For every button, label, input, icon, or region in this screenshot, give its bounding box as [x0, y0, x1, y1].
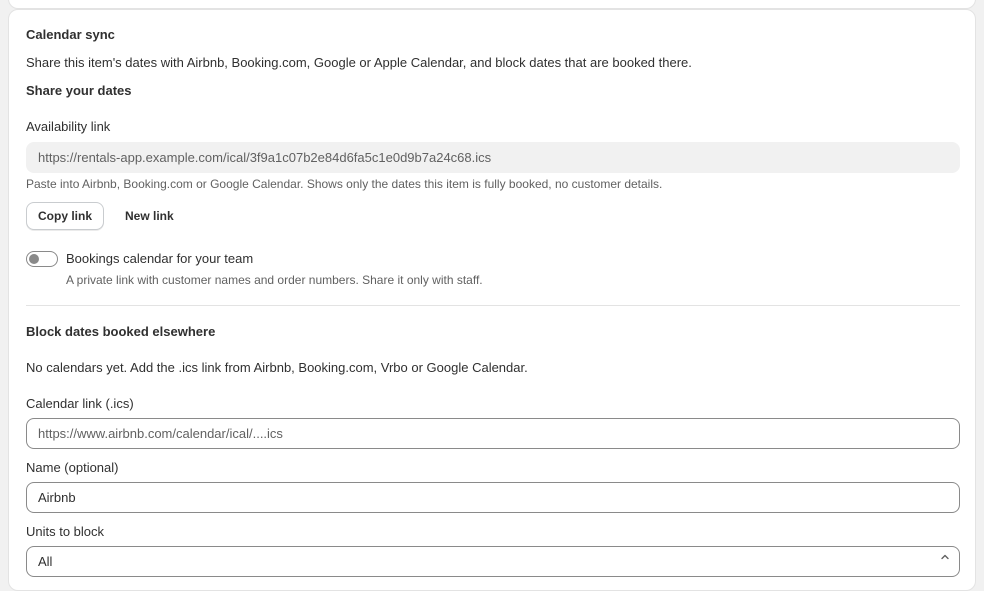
availability-link-label: Availability link — [26, 119, 111, 134]
name-input[interactable] — [26, 482, 960, 513]
section-description: Share this item's dates with Airbnb, Boo… — [26, 55, 692, 70]
team-calendar-toggle[interactable] — [26, 251, 58, 267]
units-label: Units to block — [26, 524, 105, 539]
toggle-knob — [29, 254, 39, 264]
team-calendar-description: A private link with customer names and o… — [66, 273, 483, 287]
chevron-up-icon — [941, 554, 949, 560]
team-calendar-label[interactable]: Bookings calendar for your team — [66, 251, 253, 266]
calendar-link-input[interactable] — [26, 418, 960, 449]
calendar-sync-card: Calendar sync Share this item's dates wi… — [8, 9, 976, 591]
copy-link-button[interactable]: Copy link — [26, 202, 105, 230]
new-link-button[interactable]: New link — [117, 202, 182, 230]
name-label: Name (optional) — [26, 460, 119, 475]
section-divider — [26, 305, 960, 306]
no-calendars-text: No calendars yet. Add the .ics link from… — [26, 360, 528, 375]
availability-help-text: Paste into Airbnb, Booking.com or Google… — [26, 177, 663, 191]
share-dates-heading: Share your dates — [26, 83, 132, 98]
units-select-value: All — [38, 554, 53, 569]
block-dates-heading: Block dates booked elsewhere — [26, 324, 216, 339]
section-title: Calendar sync — [26, 27, 115, 42]
calendar-link-label: Calendar link (.ics) — [26, 396, 134, 411]
units-select[interactable]: All — [26, 546, 960, 577]
availability-link-field[interactable]: https://rentals-app.example.com/ical/3f9… — [26, 142, 960, 173]
previous-card — [8, 0, 976, 9]
